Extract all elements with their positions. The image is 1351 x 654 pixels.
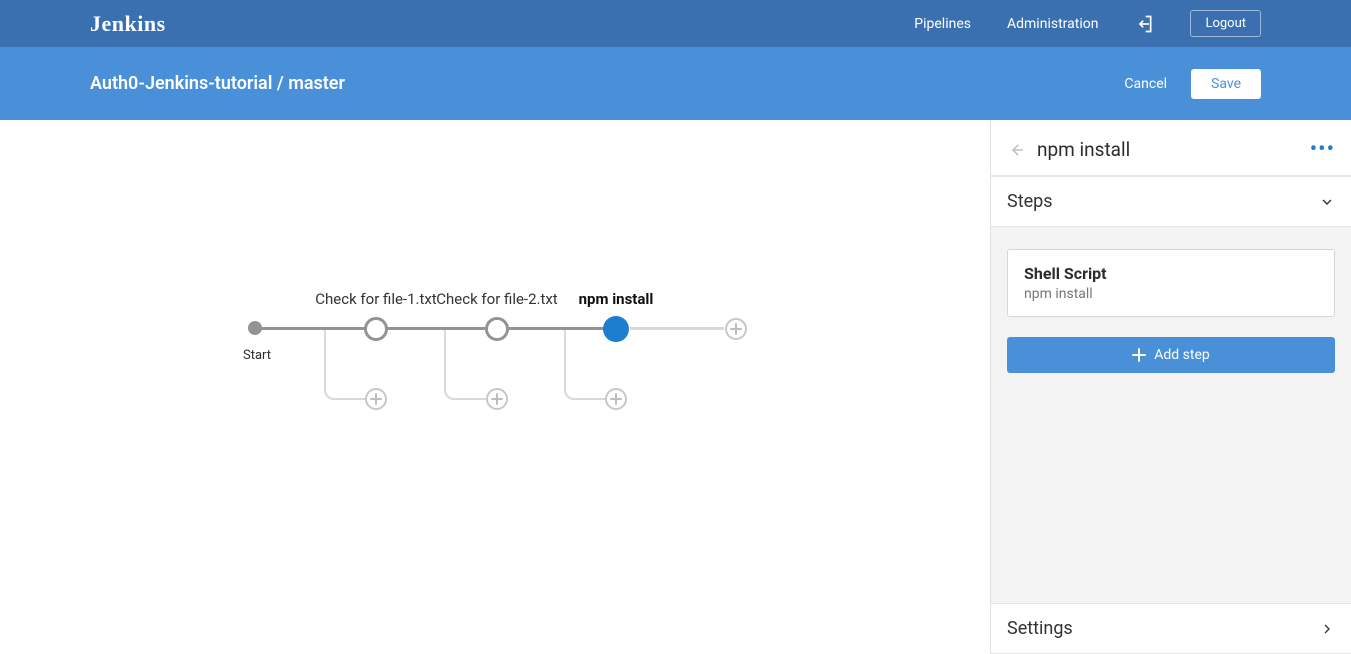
settings-heading: Settings xyxy=(1007,618,1073,639)
more-icon[interactable]: ••• xyxy=(1310,145,1335,155)
cancel-button[interactable]: Cancel xyxy=(1124,76,1167,92)
settings-section-header[interactable]: Settings xyxy=(991,603,1351,654)
pipeline-canvas: Start Check for file-1.txt Check for fil… xyxy=(0,120,990,654)
panel-header: npm install ••• xyxy=(991,120,1351,176)
brand-logo: Jenkins xyxy=(90,11,166,37)
steps-heading: Steps xyxy=(1007,191,1053,212)
steps-section-header[interactable]: Steps xyxy=(991,176,1351,227)
start-label: Start xyxy=(243,348,271,363)
exit-icon[interactable] xyxy=(1134,14,1154,34)
steps-body: Shell Script npm install Add step xyxy=(991,227,1351,603)
stage-node[interactable] xyxy=(364,317,388,341)
branch-connector xyxy=(444,330,488,400)
add-parallel-button[interactable] xyxy=(365,388,387,410)
branch-connector xyxy=(564,330,608,400)
add-stage-button[interactable] xyxy=(725,318,747,340)
back-arrow-icon[interactable] xyxy=(1007,141,1025,159)
step-card[interactable]: Shell Script npm install xyxy=(1007,249,1335,317)
sub-header: Auth0-Jenkins-tutorial / master Cancel S… xyxy=(0,47,1351,120)
stage-label[interactable]: npm install xyxy=(579,290,654,308)
branch-connector xyxy=(324,330,368,400)
stage-node-selected[interactable] xyxy=(603,316,629,342)
start-node xyxy=(248,321,262,335)
logout-button[interactable]: Logout xyxy=(1190,10,1261,37)
side-panel: npm install ••• Steps Shell Script npm i… xyxy=(990,120,1351,654)
breadcrumb: Auth0-Jenkins-tutorial / master xyxy=(90,73,345,94)
nav-administration[interactable]: Administration xyxy=(1007,16,1098,32)
stage-node[interactable] xyxy=(485,317,509,341)
save-button[interactable]: Save xyxy=(1191,69,1261,99)
add-parallel-button[interactable] xyxy=(486,388,508,410)
add-step-button[interactable]: Add step xyxy=(1007,337,1335,373)
add-parallel-button[interactable] xyxy=(605,388,627,410)
nav-pipelines[interactable]: Pipelines xyxy=(914,16,971,32)
stage-label[interactable]: Check for file-1.txt xyxy=(315,290,436,308)
plus-icon xyxy=(1132,348,1146,362)
main-area: Start Check for file-1.txt Check for fil… xyxy=(0,120,1351,654)
panel-title: npm install xyxy=(1037,138,1130,161)
connector xyxy=(630,327,724,330)
step-subtitle: npm install xyxy=(1024,286,1318,302)
top-bar: Jenkins Pipelines Administration Logout xyxy=(0,0,1351,47)
stage-label[interactable]: Check for file-2.txt xyxy=(436,290,557,308)
chevron-down-icon xyxy=(1319,194,1335,210)
add-step-label: Add step xyxy=(1154,347,1210,363)
step-title: Shell Script xyxy=(1024,264,1318,283)
chevron-right-icon xyxy=(1319,621,1335,637)
sub-header-actions: Cancel Save xyxy=(1124,69,1261,99)
top-nav: Pipelines Administration Logout xyxy=(914,10,1261,37)
